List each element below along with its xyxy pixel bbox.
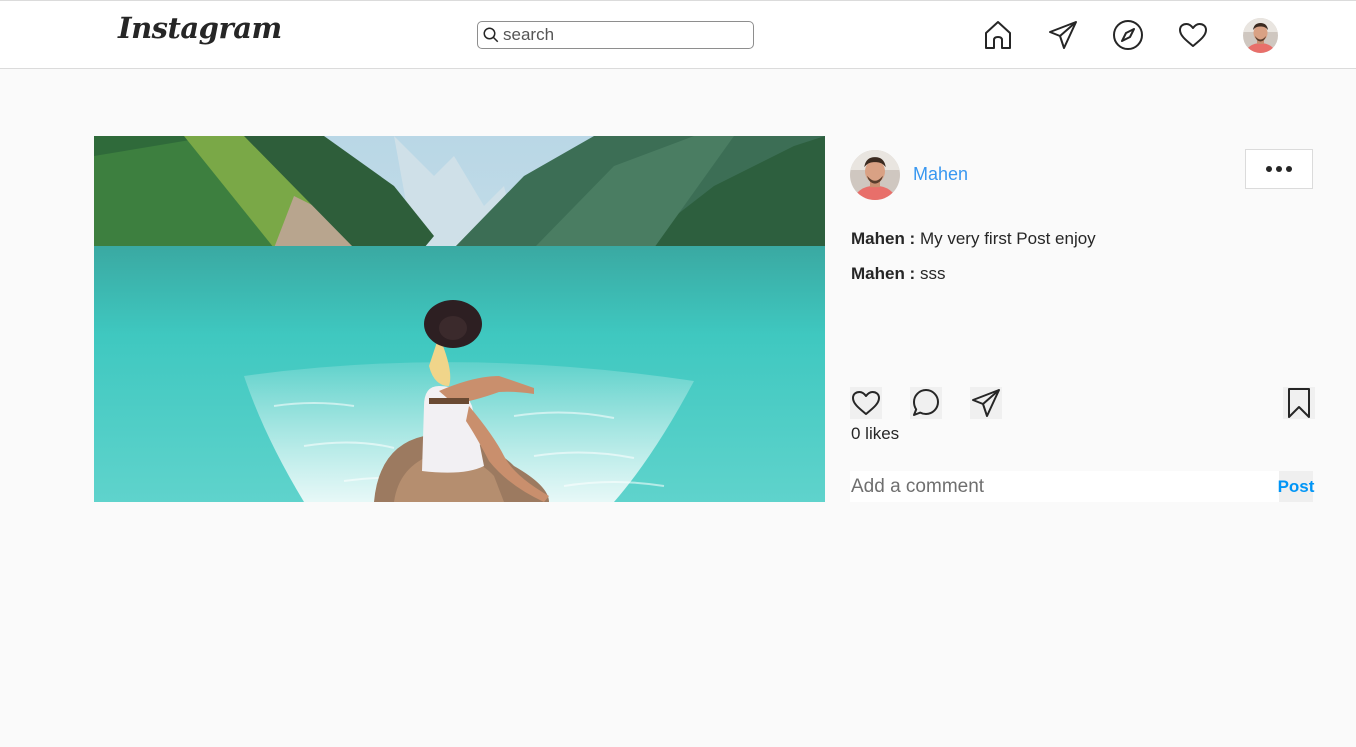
likes-count: 0 likes [851, 424, 900, 443]
comment-text: sss [919, 264, 946, 283]
like-button[interactable] [850, 387, 882, 419]
author-username[interactable]: Mahen [913, 164, 968, 185]
heart-icon[interactable] [1176, 18, 1210, 52]
more-options-button[interactable] [1245, 149, 1313, 189]
compass-icon[interactable] [1111, 18, 1145, 52]
comment-username[interactable]: Mahen : [851, 264, 915, 283]
search-box[interactable] [477, 21, 754, 49]
comment-button[interactable] [910, 387, 942, 419]
author-avatar[interactable] [850, 150, 900, 200]
comment-bubble-icon [913, 389, 939, 416]
add-comment-input[interactable] [850, 471, 1280, 502]
save-button[interactable] [1283, 387, 1315, 419]
comment-item: Mahen : My very first Post enjoy [851, 229, 1096, 249]
post-comment-button[interactable]: Post [1278, 471, 1314, 502]
comment-username[interactable]: Mahen : [851, 229, 915, 248]
direct-message-icon[interactable] [1046, 18, 1080, 52]
paper-plane-icon [972, 389, 1000, 417]
search-input[interactable] [503, 25, 743, 45]
home-icon[interactable] [981, 18, 1015, 52]
instagram-logo[interactable]: Instagram [118, 11, 282, 45]
heart-icon [852, 391, 880, 415]
more-dots-icon [1266, 166, 1272, 172]
comment-text: My very first Post enjoy [919, 229, 1096, 248]
search-icon [483, 27, 499, 43]
top-navigation-bar: Instagram [0, 0, 1356, 69]
post-image[interactable] [94, 136, 825, 502]
post-details-panel: Mahen Mahen : My very first Post enjoy M… [850, 136, 1315, 502]
comment-item: Mahen : sss [851, 264, 945, 284]
profile-avatar[interactable] [1243, 18, 1278, 53]
share-button[interactable] [970, 387, 1002, 419]
bookmark-icon [1288, 388, 1310, 418]
